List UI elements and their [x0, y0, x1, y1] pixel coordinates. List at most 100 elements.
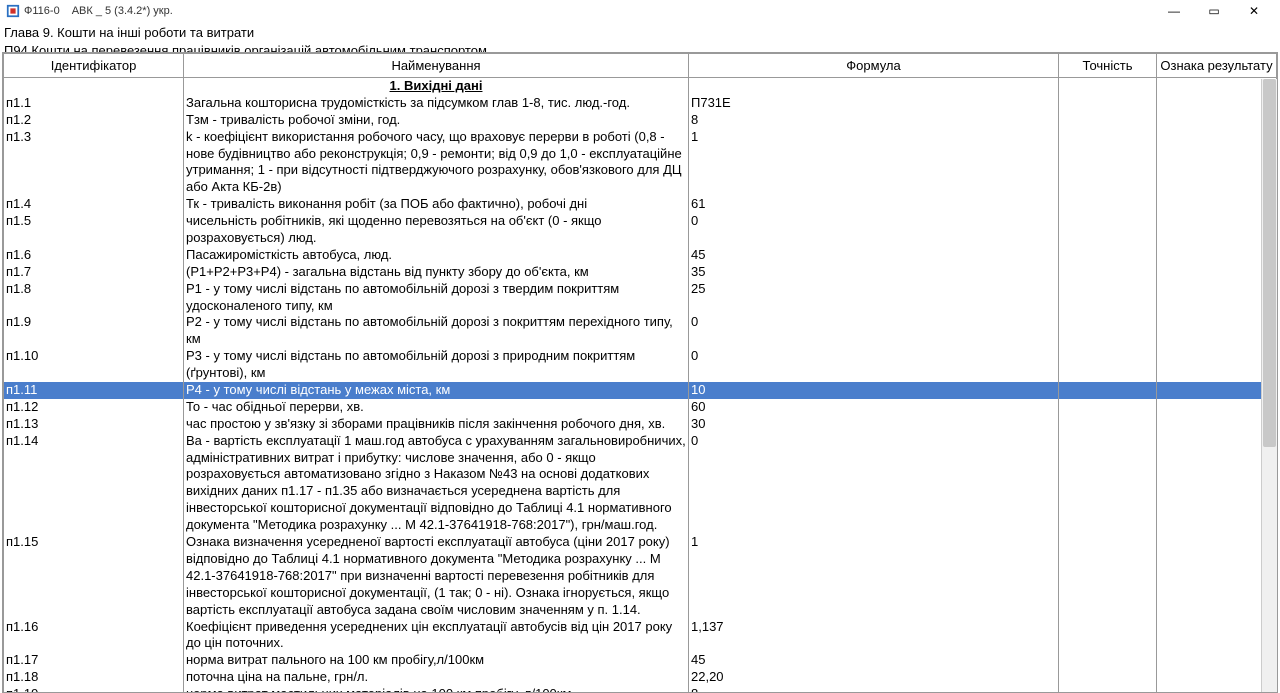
cell-name: То - час обідньої перерви, хв. — [184, 399, 689, 416]
cell-accuracy — [1059, 314, 1157, 348]
cell-id: п1.5 — [4, 213, 184, 247]
table-row[interactable]: п1.12То - час обідньої перерви, хв.60 — [3, 399, 1277, 416]
cell-result — [1157, 416, 1277, 433]
cell-name: (Р1+Р2+Р3+Р4) - загальна відстань від пу… — [184, 264, 689, 281]
cell-result — [1157, 112, 1277, 129]
table-row[interactable]: п1.16Коефіцієнт приведення усереднених ц… — [3, 619, 1277, 653]
col-header-result[interactable]: Ознака результату — [1157, 54, 1277, 78]
cell-formula: 60 — [689, 399, 1059, 416]
cell-name: Ва - вартість експлуатації 1 маш.год авт… — [184, 433, 689, 534]
cell-result — [1157, 686, 1277, 692]
cell-formula: 45 — [689, 247, 1059, 264]
cell-id: п1.15 — [4, 534, 184, 618]
cell-name: Р4 - у тому числі відстань у межах міста… — [184, 382, 689, 399]
cell-id: п1.18 — [4, 669, 184, 686]
table-row[interactable]: п1.2Тзм - тривалість робочої зміни, год.… — [3, 112, 1277, 129]
cell-result — [1157, 129, 1277, 197]
cell-accuracy — [1059, 416, 1157, 433]
table-row[interactable]: п1.6Пасажиромісткість автобуса, люд.45 — [3, 247, 1277, 264]
table-header-row: Ідентифікатор Найменування Формула Точні… — [4, 54, 1277, 78]
section-title: 1. Вихідні дані — [184, 78, 689, 95]
cell-id: п1.16 — [4, 619, 184, 653]
cell-id: п1.8 — [4, 281, 184, 315]
cell-accuracy — [1059, 382, 1157, 399]
cell-formula: 1,137 — [689, 619, 1059, 653]
table-row[interactable]: п1.7(Р1+Р2+Р3+Р4) - загальна відстань ві… — [3, 264, 1277, 281]
cell-name: поточна ціна на пальне, грн/л. — [184, 669, 689, 686]
cell-id: п1.13 — [4, 416, 184, 433]
cell-name: k - коефіцієнт використання робочого час… — [184, 129, 689, 197]
table-row[interactable]: п1.8Р1 - у тому числі відстань по автомо… — [3, 281, 1277, 315]
scroll-thumb[interactable] — [1263, 79, 1276, 447]
cell-name: час простою у зв'язку зі зборами працівн… — [184, 416, 689, 433]
table-row[interactable]: п1.17норма витрат пального на 100 км про… — [3, 652, 1277, 669]
table-row[interactable]: п1.18поточна ціна на пальне, грн/л.22,20 — [3, 669, 1277, 686]
cell-accuracy — [1059, 348, 1157, 382]
window-app-title: АВК _ 5 (3.4.2*) укр. — [72, 5, 173, 17]
cell-name: норма витрат мастильних матеріалів на 10… — [184, 686, 689, 692]
window-doc-title: Ф116-0 — [24, 5, 60, 17]
cell-result — [1157, 196, 1277, 213]
cell-name: Р3 - у тому числі відстань по автомобіль… — [184, 348, 689, 382]
cell-formula: 22,20 — [689, 669, 1059, 686]
cell-formula: 1 — [689, 534, 1059, 618]
data-table-container: Ідентифікатор Найменування Формула Точні… — [2, 52, 1278, 693]
cell-id: п1.17 — [4, 652, 184, 669]
cell-result — [1157, 652, 1277, 669]
col-header-formula[interactable]: Формула — [689, 54, 1059, 78]
table-row[interactable]: п1.4Тк - тривалість виконання робіт (за … — [3, 196, 1277, 213]
cell-formula: П731Е — [689, 95, 1059, 112]
cell-accuracy — [1059, 534, 1157, 618]
data-table: Ідентифікатор Найменування Формула Точні… — [3, 53, 1277, 692]
cell-name: Р2 - у тому числі відстань по автомобіль… — [184, 314, 689, 348]
cell-id: п1.10 — [4, 348, 184, 382]
cell-formula: 0 — [689, 314, 1059, 348]
cell-result — [1157, 95, 1277, 112]
col-header-id[interactable]: Ідентифікатор — [4, 54, 184, 78]
table-row[interactable]: п1.9Р2 - у тому числі відстань по автомо… — [3, 314, 1277, 348]
col-header-name[interactable]: Найменування — [184, 54, 689, 78]
app-icon — [6, 4, 20, 18]
cell-id: п1.12 — [4, 399, 184, 416]
table-row[interactable]: п1.11Р4 - у тому числі відстань у межах … — [3, 382, 1277, 399]
cell-accuracy — [1059, 619, 1157, 653]
maximize-button[interactable]: ▭ — [1194, 0, 1234, 22]
cell-name: Ознака визначення усередненої вартості е… — [184, 534, 689, 618]
cell-name: норма витрат пального на 100 км пробігу,… — [184, 652, 689, 669]
table-row[interactable]: п1.1Загальна кошторисна трудомісткість з… — [3, 95, 1277, 112]
cell-formula: 8 — [689, 686, 1059, 692]
table-row[interactable]: п1.3k - коефіцієнт використання робочого… — [3, 129, 1277, 197]
cell-accuracy — [1059, 112, 1157, 129]
col-header-accuracy[interactable]: Точність — [1059, 54, 1157, 78]
cell-id: п1.9 — [4, 314, 184, 348]
cell-name: Коефіцієнт приведення усереднених цін ек… — [184, 619, 689, 653]
cell-id: п1.3 — [4, 129, 184, 197]
cell-id: п1.2 — [4, 112, 184, 129]
vertical-scrollbar[interactable] — [1261, 79, 1277, 692]
table-row[interactable]: п1.13час простою у зв'язку зі зборами пр… — [3, 416, 1277, 433]
cell-id: п1.1 — [4, 95, 184, 112]
cell-formula: 0 — [689, 213, 1059, 247]
cell-formula: 30 — [689, 416, 1059, 433]
header-line-1: Глава 9. Кошти на інші роботи та витрати — [4, 24, 1276, 42]
table-row[interactable]: п1.10Р3 - у тому числі відстань по автом… — [3, 348, 1277, 382]
cell-accuracy — [1059, 247, 1157, 264]
cell-id: п1.4 — [4, 196, 184, 213]
cell-result — [1157, 314, 1277, 348]
table-row[interactable]: п1.19норма витрат мастильних матеріалів … — [3, 686, 1277, 692]
cell-formula: 10 — [689, 382, 1059, 399]
titlebar: Ф116-0 АВК _ 5 (3.4.2*) укр. — ▭ ✕ — [0, 0, 1280, 22]
table-row[interactable]: п1.14Ва - вартість експлуатації 1 маш.го… — [3, 433, 1277, 534]
cell-result — [1157, 348, 1277, 382]
window-controls: — ▭ ✕ — [1154, 0, 1274, 22]
cell-name: Загальна кошторисна трудомісткість за пі… — [184, 95, 689, 112]
close-button[interactable]: ✕ — [1234, 0, 1274, 22]
cell-name: Пасажиромісткість автобуса, люд. — [184, 247, 689, 264]
table-row[interactable]: п1.15Ознака визначення усередненої варто… — [3, 534, 1277, 618]
cell-formula: 45 — [689, 652, 1059, 669]
table-row[interactable]: п1.5чисельність робітників, які щоденно … — [3, 213, 1277, 247]
cell-formula: 61 — [689, 196, 1059, 213]
minimize-button[interactable]: — — [1154, 0, 1194, 22]
cell-name: чисельність робітників, які щоденно пере… — [184, 213, 689, 247]
cell-result — [1157, 247, 1277, 264]
